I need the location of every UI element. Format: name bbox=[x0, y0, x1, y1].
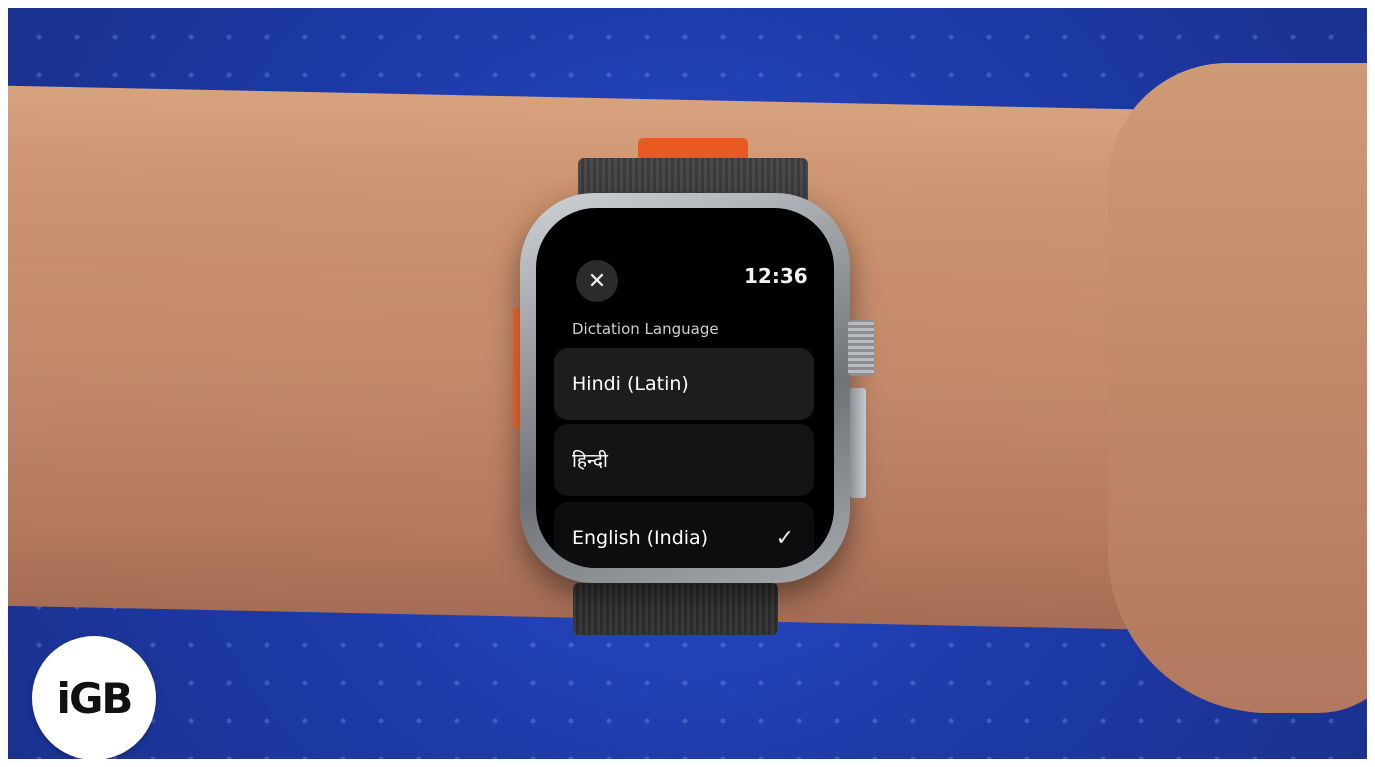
close-button[interactable]: ✕ bbox=[576, 260, 618, 302]
digital-crown[interactable] bbox=[848, 320, 874, 376]
side-button[interactable] bbox=[850, 388, 866, 498]
photo-frame: ✕ 12:36 Dictation Language Hindi (Latin)… bbox=[8, 8, 1367, 759]
watch-screen: ✕ 12:36 Dictation Language Hindi (Latin)… bbox=[536, 208, 834, 568]
screen-title: Dictation Language bbox=[572, 320, 719, 338]
status-time: 12:36 bbox=[744, 264, 808, 288]
language-option-hindi[interactable]: हिन्दी bbox=[554, 424, 814, 496]
igb-logo: iGB bbox=[32, 636, 156, 759]
language-option-hindi-latin[interactable]: Hindi (Latin) bbox=[554, 348, 814, 420]
language-option-label: English (India) bbox=[572, 527, 709, 549]
checkmark-icon: ✓ bbox=[775, 525, 794, 551]
language-option-label: Hindi (Latin) bbox=[572, 373, 689, 395]
language-option-english-india[interactable]: English (India) ✓ bbox=[554, 502, 814, 568]
logo-text: iGB bbox=[56, 673, 134, 723]
watch-band-bottom bbox=[573, 583, 778, 635]
close-icon: ✕ bbox=[587, 268, 607, 294]
language-option-label: हिन्दी bbox=[572, 450, 608, 472]
fist bbox=[1108, 63, 1367, 713]
